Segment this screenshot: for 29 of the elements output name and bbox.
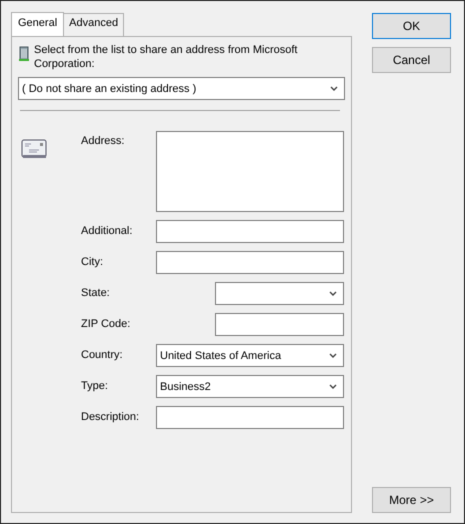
share-prompt: Select from the list to share an address from Microsoft Corporation:	[34, 43, 298, 71]
field-label: Additional:	[81, 224, 134, 237]
dropdown-field[interactable]	[215, 282, 344, 305]
field-label: Country:	[81, 348, 124, 361]
share-dropdown[interactable]: ( Do not share an existing address )	[18, 77, 345, 100]
field-label: Type:	[81, 379, 109, 392]
field-label: Description:	[81, 410, 140, 423]
envelope-icon	[21, 139, 47, 159]
input-field[interactable]	[156, 406, 344, 429]
input-field[interactable]	[156, 251, 344, 274]
chevron-icon	[329, 352, 337, 358]
building-icon	[18, 45, 30, 61]
dropdown-field[interactable]: United States of America	[156, 344, 344, 367]
field-label: ZIP Code:	[81, 317, 132, 330]
address-field[interactable]	[156, 131, 344, 212]
more-button[interactable]: More >>	[372, 487, 451, 513]
cancel-button[interactable]: Cancel	[372, 47, 451, 73]
chevron-icon	[329, 384, 337, 390]
ok-button[interactable]: OK	[372, 13, 451, 39]
field-label: Address:	[81, 134, 126, 147]
tab[interactable]: General	[11, 12, 64, 37]
chevron-icon	[329, 290, 337, 296]
input-field[interactable]	[215, 313, 344, 336]
input-field[interactable]	[156, 220, 344, 243]
dropdown-field[interactable]: Business2	[156, 375, 344, 398]
field-label: State:	[81, 286, 111, 299]
chevron-icon	[330, 86, 338, 92]
field-label: City:	[81, 255, 104, 268]
tab[interactable]: Advanced	[63, 13, 124, 37]
